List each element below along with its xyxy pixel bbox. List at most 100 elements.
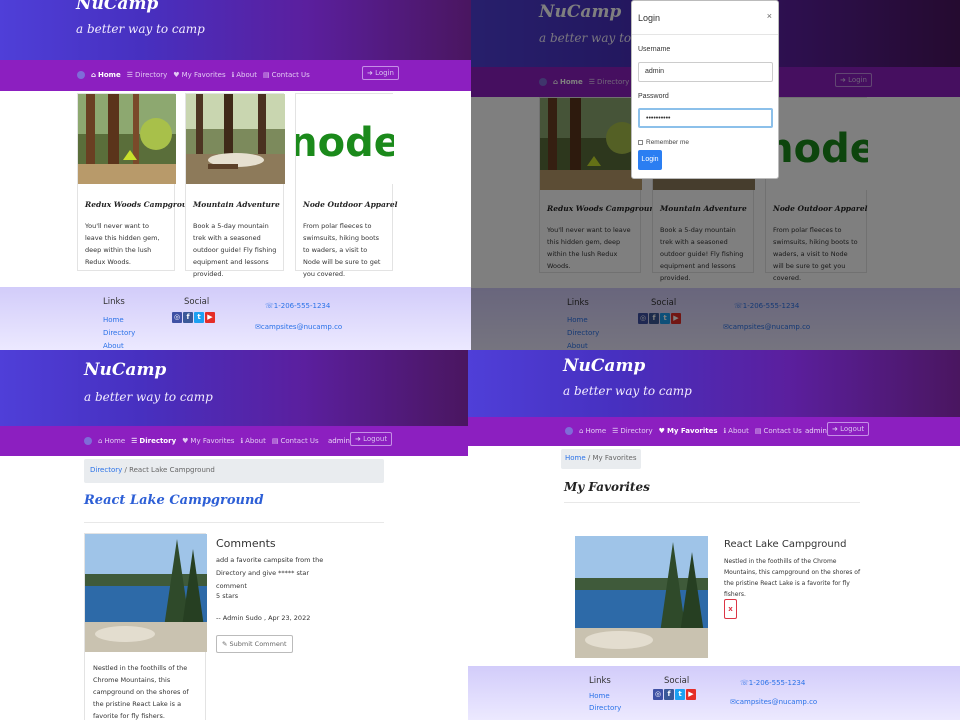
nav-about[interactable]: ℹAbout bbox=[240, 437, 265, 445]
nav-contact[interactable]: ▤Contact Us bbox=[755, 427, 802, 435]
logout-button[interactable]: ➜ Logout bbox=[350, 432, 393, 446]
info-icon: ℹ bbox=[231, 71, 235, 79]
footer-link-home[interactable]: Home bbox=[103, 316, 124, 324]
facebook-icon[interactable]: f bbox=[664, 689, 674, 700]
page-title: React Lake Campground bbox=[84, 493, 264, 508]
list-icon: ☰ bbox=[126, 71, 134, 79]
instagram-icon[interactable]: ◎ bbox=[172, 312, 182, 323]
remember-me-checkbox[interactable]: Remember me bbox=[638, 139, 689, 146]
campsite-card: Nestled in the foothills of the Chrome M… bbox=[84, 533, 207, 720]
card-mountain-adventure[interactable]: Mountain Adventure Book a 5-day mountain… bbox=[185, 93, 285, 278]
youtube-icon[interactable]: ▶ bbox=[205, 312, 215, 323]
nav-about[interactable]: ℹAbout bbox=[724, 427, 749, 435]
login-button[interactable]: ➜ Login bbox=[362, 66, 399, 80]
contact-card-icon: ▤ bbox=[754, 427, 762, 435]
phone-icon: ☏ bbox=[265, 302, 274, 310]
nucamp-logo-icon[interactable] bbox=[77, 71, 85, 79]
social-icons: ◎ f t ▶ bbox=[172, 312, 215, 323]
breadcrumb: Directory / React Lake Campground bbox=[84, 459, 384, 483]
nav-favorites[interactable]: ♥My Favorites bbox=[173, 71, 225, 79]
jumbotron: NuCamp a better way to camp bbox=[0, 350, 468, 426]
svg-text:node: node bbox=[296, 120, 394, 166]
twitter-icon[interactable]: t bbox=[675, 689, 685, 700]
nav-directory[interactable]: ☰Directory bbox=[612, 427, 653, 435]
home-icon: ⌂ bbox=[98, 437, 103, 445]
card-title: Mountain Adventure bbox=[193, 200, 280, 209]
nav-directory[interactable]: ☰Directory bbox=[131, 437, 176, 445]
comments-heading: Comments bbox=[216, 537, 276, 550]
footer-social-heading: Social bbox=[664, 676, 690, 686]
nav-favorites[interactable]: ♥My Favorites bbox=[182, 437, 234, 445]
footer-link-directory[interactable]: Directory bbox=[589, 704, 621, 712]
nav-favorites[interactable]: ♥My Favorites bbox=[659, 427, 718, 435]
divider bbox=[564, 502, 860, 503]
footer-social-heading: Social bbox=[184, 297, 210, 307]
footer-link-home[interactable]: Home bbox=[589, 692, 610, 700]
modal-login-button[interactable]: Login bbox=[638, 150, 662, 170]
card-text: You'll never want to leave this hidden g… bbox=[85, 222, 160, 266]
nav-directory[interactable]: ☰Directory bbox=[127, 71, 168, 79]
brand-tagline: a better way to camp bbox=[84, 390, 213, 404]
card-title: Redux Woods Campground bbox=[85, 200, 199, 209]
breadcrumb-link[interactable]: Home bbox=[565, 454, 586, 462]
nav-about[interactable]: ℹAbout bbox=[232, 71, 257, 79]
footer-link-about[interactable]: About bbox=[103, 342, 124, 350]
username-input[interactable]: admin bbox=[638, 62, 773, 82]
comment-author: -- Admin Sudo , Apr 23, 2022 bbox=[216, 614, 311, 622]
modal-divider bbox=[632, 34, 778, 35]
card-redux-woods[interactable]: Redux Woods Campground You'll never want… bbox=[77, 93, 198, 271]
brand-tagline: a better way to camp bbox=[563, 384, 692, 398]
node-logo-image: node bbox=[296, 94, 394, 184]
footer-phone[interactable]: ☏1-206-555-1234 bbox=[740, 679, 805, 687]
page-title: My Favorites bbox=[564, 480, 650, 494]
contact-card-icon: ▤ bbox=[271, 437, 279, 445]
breadcrumb-current: React Lake Campground bbox=[129, 466, 215, 474]
heart-icon: ♥ bbox=[173, 71, 180, 79]
footer-email[interactable]: ✉campsites@nucamp.co bbox=[730, 698, 817, 706]
nucamp-logo-icon[interactable] bbox=[84, 437, 92, 445]
comment-rating: 5 stars bbox=[216, 592, 239, 600]
user-name: admin bbox=[805, 427, 827, 435]
instagram-icon[interactable]: ◎ bbox=[653, 689, 663, 700]
submit-comment-button[interactable]: ✎ Submit Comment bbox=[216, 635, 293, 653]
card-text: Book a 5-day mountain trek with a season… bbox=[193, 222, 277, 278]
twitter-icon[interactable]: t bbox=[194, 312, 204, 323]
jumbotron: NuCamp a better way to camp bbox=[0, 0, 471, 60]
favorites-screenshot: NuCamp a better way to camp ⌂ Home ☰ Direc… bbox=[468, 350, 960, 720]
mountain-adventure-image bbox=[186, 94, 285, 184]
footer-phone[interactable]: ☏1-206-555-1234 bbox=[265, 302, 330, 310]
brand-title: NuCamp bbox=[563, 356, 646, 376]
footer-email[interactable]: ✉campsites@nucamp.co bbox=[255, 323, 342, 331]
campsite-info-screenshot: NuCamp a better way to camp ⌂ Home ☰ Direc… bbox=[0, 350, 468, 720]
modal-title: Login bbox=[638, 13, 661, 23]
breadcrumb-link[interactable]: Directory bbox=[90, 466, 122, 474]
logout-button[interactable]: ➜ Logout bbox=[827, 422, 870, 436]
footer-links-heading: Links bbox=[589, 676, 611, 686]
remove-favorite-button[interactable]: x bbox=[724, 599, 737, 619]
password-label: Password bbox=[638, 93, 669, 100]
youtube-icon[interactable]: ▶ bbox=[686, 689, 696, 700]
user-name: admin bbox=[328, 437, 350, 445]
checkbox-icon[interactable] bbox=[638, 140, 643, 145]
nucamp-logo-icon[interactable] bbox=[565, 427, 573, 435]
close-icon[interactable]: × bbox=[767, 11, 772, 21]
facebook-icon[interactable]: f bbox=[183, 312, 193, 323]
nav-contact[interactable]: ▤Contact Us bbox=[272, 437, 319, 445]
login-modal: Login × Username admin Password ••••••••… bbox=[631, 0, 779, 179]
favorite-title: React Lake Campground bbox=[724, 539, 847, 550]
navbar: ⌂Home ☰Directory ♥My Favorites ℹAbout ▤C… bbox=[0, 60, 471, 91]
list-icon: ☰ bbox=[612, 427, 619, 435]
redux-woods-image bbox=[78, 94, 176, 184]
card-node-apparel[interactable]: node Node Outdoor Apparel From polar fle… bbox=[295, 93, 398, 278]
nav-home[interactable]: ⌂Home bbox=[98, 437, 125, 445]
nav-home[interactable]: ⌂Home bbox=[579, 427, 606, 435]
campsite-description: Nestled in the foothills of the Chrome M… bbox=[93, 664, 189, 720]
username-label: Username bbox=[638, 46, 671, 53]
social-icons: ◎ f t ▶ bbox=[653, 689, 696, 700]
card-title: Node Outdoor Apparel bbox=[303, 200, 398, 209]
info-icon: ℹ bbox=[723, 427, 727, 435]
nav-contact[interactable]: ▤Contact Us bbox=[263, 71, 310, 79]
password-input[interactable]: •••••••••• bbox=[638, 108, 773, 128]
nav-home[interactable]: ⌂Home bbox=[91, 71, 121, 79]
footer-link-directory[interactable]: Directory bbox=[103, 329, 135, 337]
